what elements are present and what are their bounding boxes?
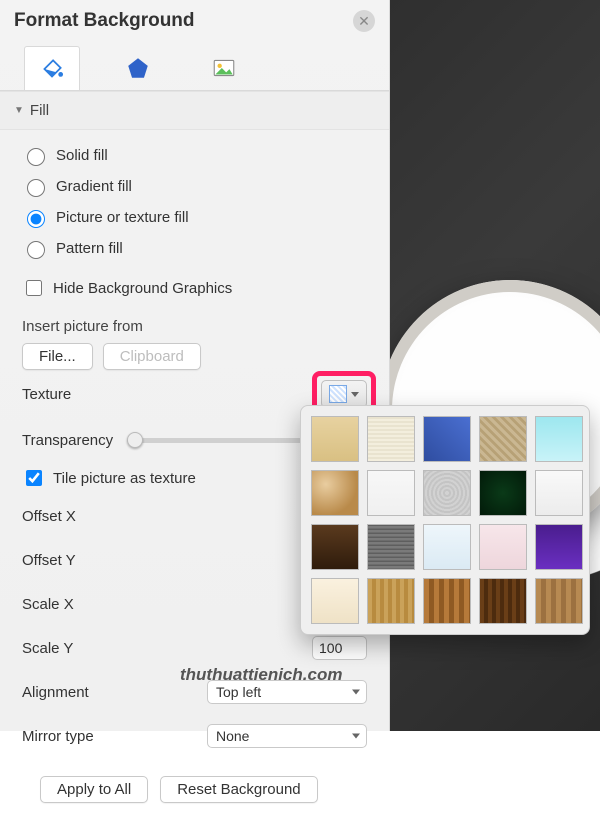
texture-swatch[interactable] [423, 524, 471, 570]
scale-x-label: Scale X [22, 596, 74, 613]
panel-tabs [0, 40, 389, 90]
radio-gradient-fill-label: Gradient fill [56, 178, 132, 195]
texture-grid [311, 416, 579, 624]
radio-picture-fill[interactable]: Picture or texture fill [22, 202, 367, 233]
texture-swatch[interactable] [479, 416, 527, 462]
texture-swatch[interactable] [535, 416, 583, 462]
disclosure-triangle-icon: ▼ [14, 105, 24, 116]
pentagon-icon [125, 55, 151, 81]
texture-popover [300, 405, 590, 635]
tab-picture[interactable] [196, 46, 252, 90]
texture-swatch[interactable] [535, 578, 583, 624]
scale-y-value[interactable]: 100 [312, 636, 367, 660]
tile-picture-label: Tile picture as texture [53, 470, 196, 487]
radio-pattern-fill[interactable]: Pattern fill [22, 233, 367, 264]
radio-solid-fill-input[interactable] [27, 148, 45, 166]
mirror-type-select[interactable]: None [207, 724, 367, 748]
texture-swatch[interactable] [367, 470, 415, 516]
radio-gradient-fill-input[interactable] [27, 179, 45, 197]
texture-swatch[interactable] [535, 470, 583, 516]
tab-fill[interactable] [24, 46, 80, 90]
fill-section-header[interactable]: ▼ Fill [0, 91, 389, 130]
texture-swatch[interactable] [479, 470, 527, 516]
texture-swatch-icon [329, 385, 347, 403]
hide-bg-graphics-label: Hide Background Graphics [53, 280, 232, 297]
transparency-slider[interactable] [127, 438, 302, 443]
texture-picker-button[interactable] [321, 380, 367, 408]
radio-pattern-fill-label: Pattern fill [56, 240, 123, 257]
texture-swatch[interactable] [423, 578, 471, 624]
scale-y-label: Scale Y [22, 640, 73, 657]
texture-swatch[interactable] [311, 524, 359, 570]
texture-label: Texture [22, 386, 71, 403]
insert-clipboard-button: Clipboard [103, 343, 201, 370]
offset-y-label: Offset Y [22, 552, 76, 569]
texture-swatch[interactable] [479, 524, 527, 570]
chevron-down-icon [351, 392, 359, 397]
mirror-type-label: Mirror type [22, 728, 94, 745]
texture-swatch[interactable] [311, 470, 359, 516]
texture-swatch[interactable] [479, 578, 527, 624]
reset-background-button[interactable]: Reset Background [160, 776, 317, 803]
radio-picture-fill-input[interactable] [27, 210, 45, 228]
radio-solid-fill-label: Solid fill [56, 147, 108, 164]
watermark-text: thuthuattienich.com [180, 665, 342, 685]
hide-bg-graphics[interactable]: Hide Background Graphics [22, 272, 367, 304]
texture-swatch[interactable] [367, 416, 415, 462]
radio-solid-fill[interactable]: Solid fill [22, 140, 367, 171]
apply-to-all-button[interactable]: Apply to All [40, 776, 148, 803]
tile-picture-checkbox[interactable] [26, 470, 42, 486]
panel-title: Format Background [14, 10, 195, 32]
tab-effects[interactable] [110, 46, 166, 90]
offset-x-label: Offset X [22, 508, 76, 525]
texture-swatch[interactable] [311, 578, 359, 624]
texture-swatch[interactable] [367, 524, 415, 570]
picture-icon [211, 55, 237, 81]
close-panel-button[interactable]: ✕ [353, 10, 375, 32]
close-icon: ✕ [358, 13, 370, 30]
texture-swatch[interactable] [423, 416, 471, 462]
radio-gradient-fill[interactable]: Gradient fill [22, 171, 367, 202]
insert-file-button[interactable]: File... [22, 343, 93, 370]
insert-picture-label: Insert picture from [22, 318, 367, 335]
hide-bg-graphics-checkbox[interactable] [26, 280, 42, 296]
paint-bucket-icon [39, 56, 65, 82]
alignment-label: Alignment [22, 684, 89, 701]
fill-section-label: Fill [30, 102, 49, 119]
transparency-label: Transparency [22, 432, 113, 449]
texture-swatch[interactable] [535, 524, 583, 570]
radio-pattern-fill-input[interactable] [27, 241, 45, 259]
texture-swatch[interactable] [423, 470, 471, 516]
texture-swatch[interactable] [367, 578, 415, 624]
radio-picture-fill-label: Picture or texture fill [56, 209, 189, 226]
texture-swatch[interactable] [311, 416, 359, 462]
